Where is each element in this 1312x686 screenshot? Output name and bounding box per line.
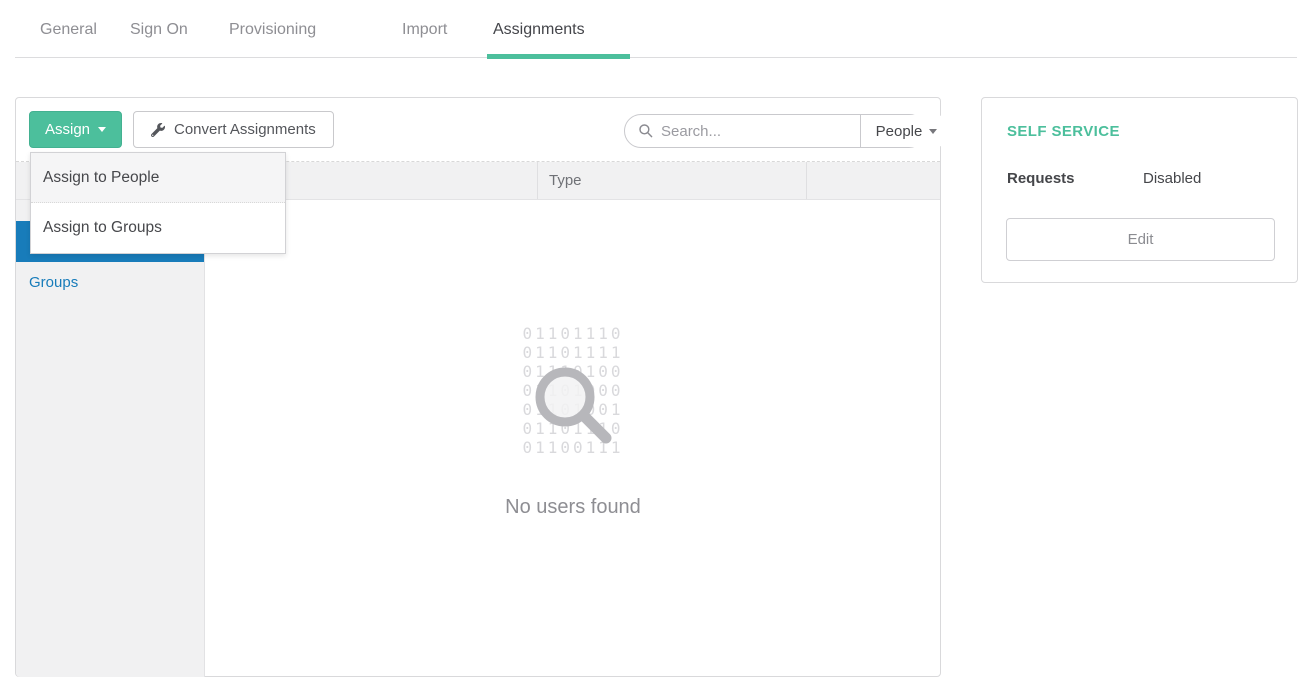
assign-button-label: Assign — [45, 121, 90, 138]
column-divider — [537, 162, 538, 199]
caret-down-icon — [929, 129, 937, 134]
column-header-type: Type — [549, 162, 582, 200]
magnifier-icon — [638, 123, 654, 139]
tab-assignments[interactable]: Assignments — [493, 21, 585, 39]
convert-assignments-label: Convert Assignments — [174, 121, 316, 138]
tab-provisioning[interactable]: Provisioning — [229, 21, 316, 39]
search-scope-label: People — [876, 123, 923, 140]
wrench-icon — [151, 123, 165, 137]
sidebar-item-groups[interactable]: Groups — [16, 262, 204, 303]
requests-status-value: Disabled — [1143, 170, 1201, 187]
search-group: People — [624, 114, 926, 148]
convert-assignments-button[interactable]: Convert Assignments — [133, 111, 334, 148]
active-tab-underline — [487, 54, 630, 59]
self-service-panel: SELF SERVICE Requests Disabled Edit — [981, 97, 1298, 283]
search-box — [625, 115, 860, 147]
menu-item-assign-to-people[interactable]: Assign to People — [31, 153, 285, 203]
search-input[interactable] — [661, 123, 860, 140]
requests-label: Requests — [1007, 170, 1075, 187]
assignments-table-body: 01101110 01101111 01110100 01101000 0110… — [206, 200, 940, 676]
sidebar-item-label: Groups — [29, 274, 78, 291]
tab-import[interactable]: Import — [402, 21, 447, 39]
tab-sign-on[interactable]: Sign On — [130, 21, 188, 39]
caret-down-icon — [98, 127, 106, 132]
edit-button[interactable]: Edit — [1006, 218, 1275, 261]
self-service-heading: SELF SERVICE — [1007, 123, 1120, 140]
app-assignments-screen: General Sign On Provisioning Import Assi… — [0, 0, 1312, 686]
menu-item-assign-to-groups[interactable]: Assign to Groups — [31, 203, 285, 253]
binary-row: 01101110 — [206, 324, 940, 343]
tab-general[interactable]: General — [40, 21, 97, 39]
filter-sidebar: Groups — [16, 200, 205, 677]
tab-bar-divider — [15, 57, 1297, 58]
search-scope-dropdown[interactable]: People — [860, 115, 952, 147]
column-divider — [806, 162, 807, 199]
magnifier-icon — [527, 359, 619, 456]
assign-dropdown-menu: Assign to People Assign to Groups — [30, 152, 286, 254]
empty-state-message: No users found — [206, 496, 940, 519]
assign-button[interactable]: Assign — [29, 111, 122, 148]
tab-bar: General Sign On Provisioning Import Assi… — [0, 0, 1312, 62]
